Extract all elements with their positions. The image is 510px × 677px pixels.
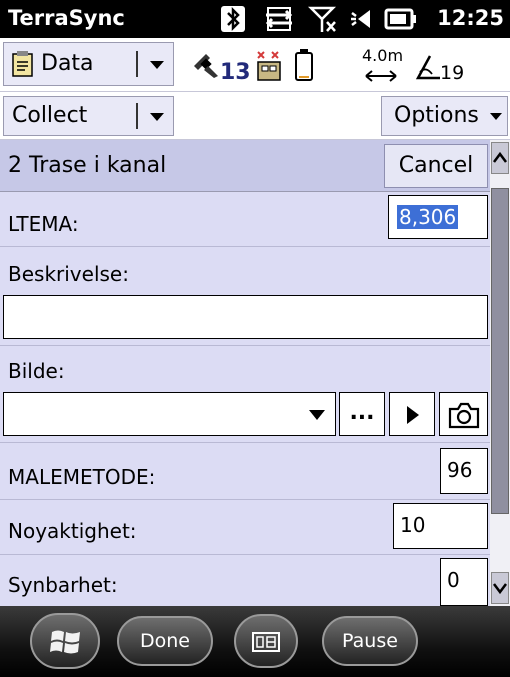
beskrivelse-label: Beskrivelse: — [8, 262, 129, 286]
play-button[interactable] — [389, 392, 435, 436]
divider — [0, 345, 490, 346]
done-button[interactable]: Done — [117, 616, 213, 666]
chevron-down-icon — [150, 113, 164, 121]
noyaktighet-field[interactable]: 10 — [393, 503, 488, 549]
browse-button[interactable]: ... — [339, 392, 385, 436]
mode-dropdown-label: Collect — [12, 103, 88, 128]
action-toolbar: Collect Options — [0, 92, 510, 140]
bilde-label: Bilde: — [8, 359, 65, 383]
bilde-dropdown[interactable] — [3, 392, 336, 436]
satellite-count: 13 — [220, 60, 251, 85]
options-menu[interactable]: Options — [381, 96, 508, 136]
speaker-icon[interactable] — [348, 4, 378, 34]
scroll-down-button[interactable] — [491, 572, 509, 604]
synbarhet-field[interactable]: 0 — [440, 558, 488, 606]
mode-dropdown[interactable]: Collect — [3, 96, 174, 136]
options-label: Options — [394, 103, 479, 128]
camera-icon — [448, 402, 480, 429]
bluetooth-icon[interactable] — [220, 4, 246, 34]
scroll-thumb[interactable] — [491, 188, 509, 514]
satellite-icon[interactable] — [190, 52, 224, 82]
synbarhet-label: Synbarhet: — [8, 573, 118, 597]
section-dropdown[interactable]: Data — [3, 42, 174, 86]
play-icon — [407, 406, 419, 424]
dropdown-separator — [136, 103, 138, 129]
keyboard-icon — [252, 632, 280, 652]
synbarhet-value: 0 — [447, 568, 460, 592]
dropdown-separator — [136, 51, 138, 77]
divider — [0, 246, 490, 247]
divider — [0, 442, 490, 443]
windows-logo-icon — [50, 630, 80, 654]
start-button[interactable] — [30, 613, 100, 669]
camera-button[interactable] — [439, 392, 488, 436]
accuracy-value: 4.0m — [362, 46, 404, 65]
pdop-icon[interactable] — [410, 54, 442, 86]
keyboard-button[interactable] — [234, 614, 298, 668]
pdop-value: 19 — [440, 62, 465, 84]
connectivity-arrows-icon[interactable] — [264, 4, 294, 34]
form-scrollbar[interactable] — [490, 140, 510, 606]
chevron-down-icon — [309, 410, 325, 420]
terrasync-screen: TerraSync 12:25 Data 13 4.0m 19 Collect … — [0, 0, 510, 677]
chevron-down-icon — [490, 113, 502, 120]
chevron-down-icon — [150, 61, 164, 69]
noyaktighet-label: Noyaktighet: — [8, 519, 137, 543]
cancel-button[interactable]: Cancel — [384, 144, 488, 188]
pause-button[interactable]: Pause — [322, 616, 418, 666]
app-title: TerraSync — [8, 6, 125, 30]
ltema-value: 8,306 — [397, 205, 459, 229]
form-title: 2 Trase i kanal — [8, 153, 167, 178]
attribute-form: LTEMA: 8,306 Beskrivelse: Bilde: ... MAL… — [0, 192, 490, 606]
clock-time[interactable]: 12:25 — [437, 6, 504, 30]
form-header: 2 Trase i kanal Cancel — [0, 140, 490, 192]
chevron-up-icon — [493, 151, 507, 163]
noyaktighet-value: 10 — [400, 513, 426, 537]
malemetode-value: 96 — [447, 458, 473, 482]
section-dropdown-label: Data — [41, 51, 94, 76]
scroll-up-button[interactable] — [491, 142, 509, 174]
no-signal-icon[interactable] — [307, 4, 338, 34]
status-bar: TerraSync 12:25 — [0, 0, 510, 38]
divider — [0, 499, 490, 500]
chevron-down-icon — [493, 583, 507, 595]
accuracy-icon[interactable] — [364, 68, 398, 88]
ltema-label: LTEMA: — [8, 212, 79, 236]
soft-key-bar: Done Pause — [0, 606, 510, 677]
ltema-field[interactable]: 8,306 — [388, 195, 488, 239]
divider — [0, 554, 490, 555]
battery-icon[interactable] — [384, 4, 418, 34]
gps-receiver-icon[interactable] — [252, 48, 286, 88]
beskrivelse-field[interactable] — [3, 295, 488, 339]
malemetode-field[interactable]: 96 — [440, 448, 488, 494]
malemetode-label: MALEMETODE: — [8, 465, 156, 489]
notepad-icon — [12, 51, 34, 83]
battery-level-icon[interactable] — [294, 48, 314, 86]
data-toolbar: Data 13 4.0m 19 — [0, 38, 510, 92]
